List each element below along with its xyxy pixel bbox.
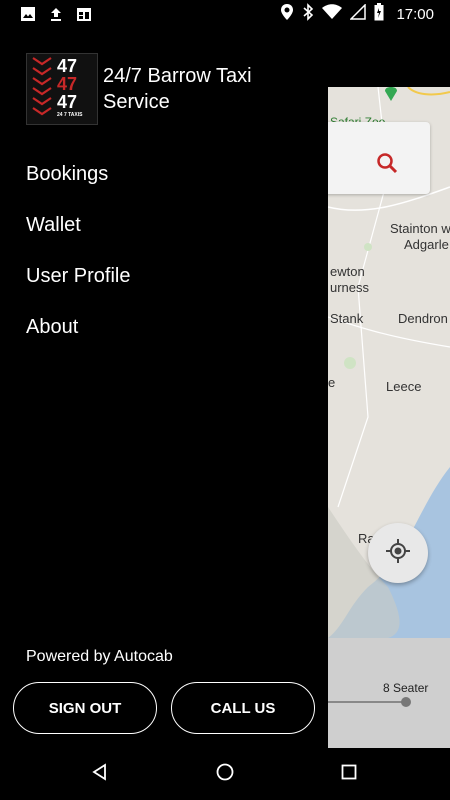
calendar-notification-icon (76, 6, 92, 27)
bluetooth-icon (302, 2, 314, 26)
recents-button[interactable] (337, 762, 361, 786)
search-icon[interactable] (376, 152, 398, 179)
battery-icon (374, 2, 384, 26)
vehicle-slider-track[interactable] (328, 701, 408, 703)
vehicle-slider-thumb[interactable] (401, 697, 411, 707)
logo-line-2: 47 (57, 74, 78, 94)
logo-tagline: 24 7 TAXIS (57, 112, 83, 118)
upload-notification-icon (48, 6, 64, 27)
logo-chevrons (32, 57, 52, 116)
logo-line-3: 47 (57, 92, 78, 112)
drawer-header: 47 47 47 24 7 TAXIS 24/7 Barrow Taxi Ser… (26, 53, 252, 125)
logo-line-1: 47 (57, 56, 78, 76)
seater-label: 8 Seater (383, 681, 429, 695)
map-label-dendron: Dendron (398, 311, 448, 326)
crosshair-icon (385, 538, 411, 569)
map-label-stank: Stank (330, 311, 364, 326)
home-button[interactable] (213, 762, 237, 786)
system-navigation-bar (0, 748, 450, 800)
menu-item-about[interactable]: About (26, 316, 78, 339)
call-us-button[interactable]: CALL US (171, 682, 315, 734)
image-notification-icon (20, 6, 36, 27)
menu-item-wallet[interactable]: Wallet (26, 214, 81, 237)
menu-item-user-profile[interactable]: User Profile (26, 265, 130, 288)
powered-by-label: Powered by Autocab (26, 648, 173, 665)
back-triangle-icon (91, 762, 109, 786)
map-label-leece: Leece (386, 379, 422, 394)
map-poi-pin-icon (384, 87, 398, 106)
recents-square-icon (341, 764, 357, 785)
home-circle-icon (216, 763, 234, 786)
map-search-box[interactable] (320, 122, 430, 194)
status-time: 17:00 (396, 5, 434, 23)
map-label-newton: ewton (330, 264, 365, 279)
back-button[interactable] (88, 762, 112, 786)
sign-out-button[interactable]: SIGN OUT (13, 682, 157, 734)
location-status-icon (280, 3, 294, 26)
company-logo: 47 47 47 24 7 TAXIS (26, 53, 98, 125)
menu-item-bookings[interactable]: Bookings (26, 163, 108, 186)
map-label-adgarley: Adgarle (404, 237, 449, 252)
map-label-stainton: Stainton w (390, 221, 450, 236)
company-name: 24/7 Barrow Taxi Service (103, 65, 252, 113)
map-label-e: e (328, 375, 336, 390)
signal-icon (349, 2, 367, 25)
status-bar: 17:00 (0, 0, 450, 28)
map-label-furness: urness (330, 280, 370, 295)
my-location-button[interactable] (368, 523, 428, 583)
navigation-drawer: 47 47 47 24 7 TAXIS 24/7 Barrow Taxi Ser… (0, 28, 328, 748)
wifi-icon (322, 3, 343, 25)
